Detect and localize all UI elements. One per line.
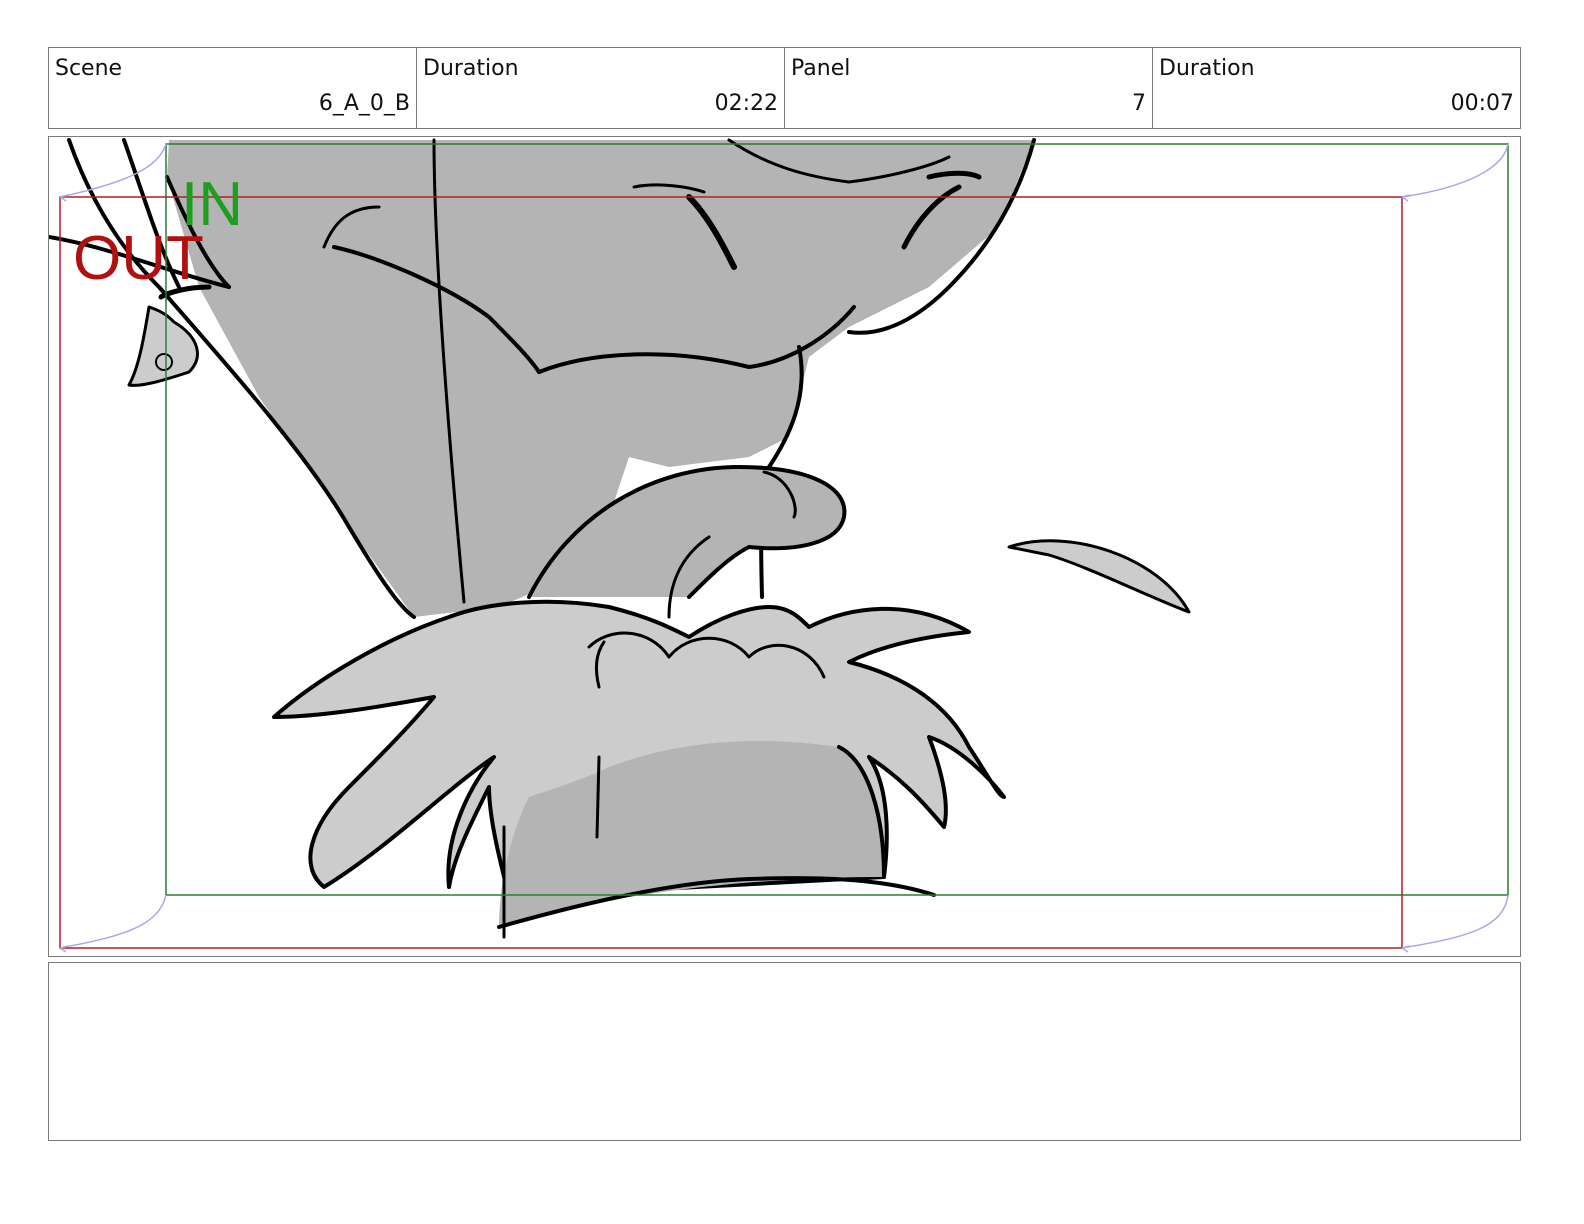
scene-duration-value: 02:22 bbox=[714, 91, 778, 116]
sketch-artwork bbox=[49, 138, 1191, 939]
motion-arrow-top-left bbox=[59, 143, 167, 198]
scene-cell: Scene 6_A_0_B bbox=[49, 48, 417, 128]
panel-header: Scene 6_A_0_B Duration 02:22 Panel 7 Dur… bbox=[48, 47, 1521, 129]
sketch-small-leaf bbox=[1007, 539, 1191, 614]
storyboard-panel: IN OUT bbox=[48, 136, 1521, 957]
panel-label: Panel bbox=[791, 56, 851, 81]
panel-cell: Panel 7 bbox=[785, 48, 1153, 128]
out-label: OUT bbox=[73, 224, 204, 293]
panel-duration-value: 00:07 bbox=[1450, 91, 1514, 116]
panel-value: 7 bbox=[1132, 91, 1146, 116]
scene-duration-cell: Duration 02:22 bbox=[417, 48, 785, 128]
scene-value: 6_A_0_B bbox=[318, 91, 410, 116]
scene-duration-label: Duration bbox=[423, 56, 519, 81]
panel-drawing: IN OUT bbox=[49, 138, 1509, 953]
motion-arrow-bottom-left bbox=[59, 894, 167, 949]
motion-arrow-bottom-right bbox=[1401, 894, 1509, 949]
panel-duration-cell: Duration 00:07 bbox=[1153, 48, 1520, 128]
panel-notes bbox=[48, 962, 1521, 1141]
motion-arrow-top-right bbox=[1401, 143, 1509, 198]
panel-duration-label: Duration bbox=[1159, 56, 1255, 81]
scene-label: Scene bbox=[55, 56, 123, 81]
